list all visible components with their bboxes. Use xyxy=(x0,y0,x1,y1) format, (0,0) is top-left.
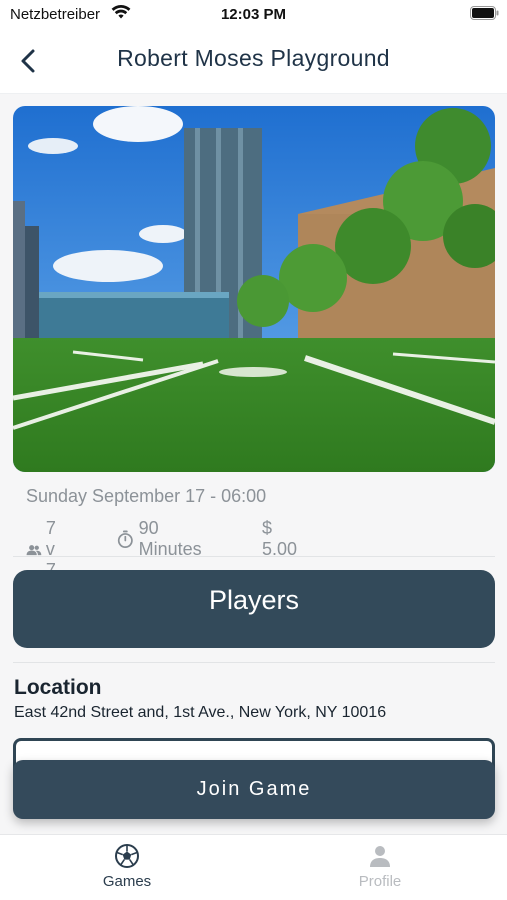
tab-games-label: Games xyxy=(102,873,152,890)
location-heading: Location xyxy=(14,676,102,699)
tab-profile[interactable]: Profile xyxy=(320,843,440,890)
join-game-button[interactable]: Join Game xyxy=(13,760,495,819)
game-detail-content: Sunday September 17 - 06:00 7 v 7 90 Min… xyxy=(0,94,507,834)
divider xyxy=(13,662,495,663)
price-label: $ 5.00 xyxy=(262,518,298,559)
soccer-field-photo xyxy=(13,106,495,472)
game-date-time: Sunday September 17 - 06:00 xyxy=(26,486,267,506)
navigation-bar: Robert Moses Playground xyxy=(0,30,507,94)
person-icon xyxy=(370,846,390,867)
timer-icon xyxy=(117,530,133,549)
location-address: East 42nd Street and, 1st Ave., New York… xyxy=(14,704,387,721)
clock: 12:03 PM xyxy=(220,6,287,23)
players-button[interactable]: Players xyxy=(13,570,495,648)
duration-label: 90 Minutes xyxy=(138,518,202,559)
divider xyxy=(13,556,495,557)
game-duration: 90 Minutes xyxy=(116,518,207,560)
page-title: Robert Moses Playground xyxy=(117,45,390,71)
game-price: $ 5.00 xyxy=(262,518,297,560)
tab-bar: Games Profile xyxy=(0,834,507,900)
status-bar: Netzbetreiber 12:03 PM xyxy=(0,0,507,30)
tab-profile-label: Profile xyxy=(358,873,402,890)
tab-games[interactable]: Games xyxy=(67,843,187,890)
battery-icon xyxy=(470,6,499,20)
soccer-ball-icon xyxy=(115,844,139,868)
field-photo xyxy=(13,106,495,472)
